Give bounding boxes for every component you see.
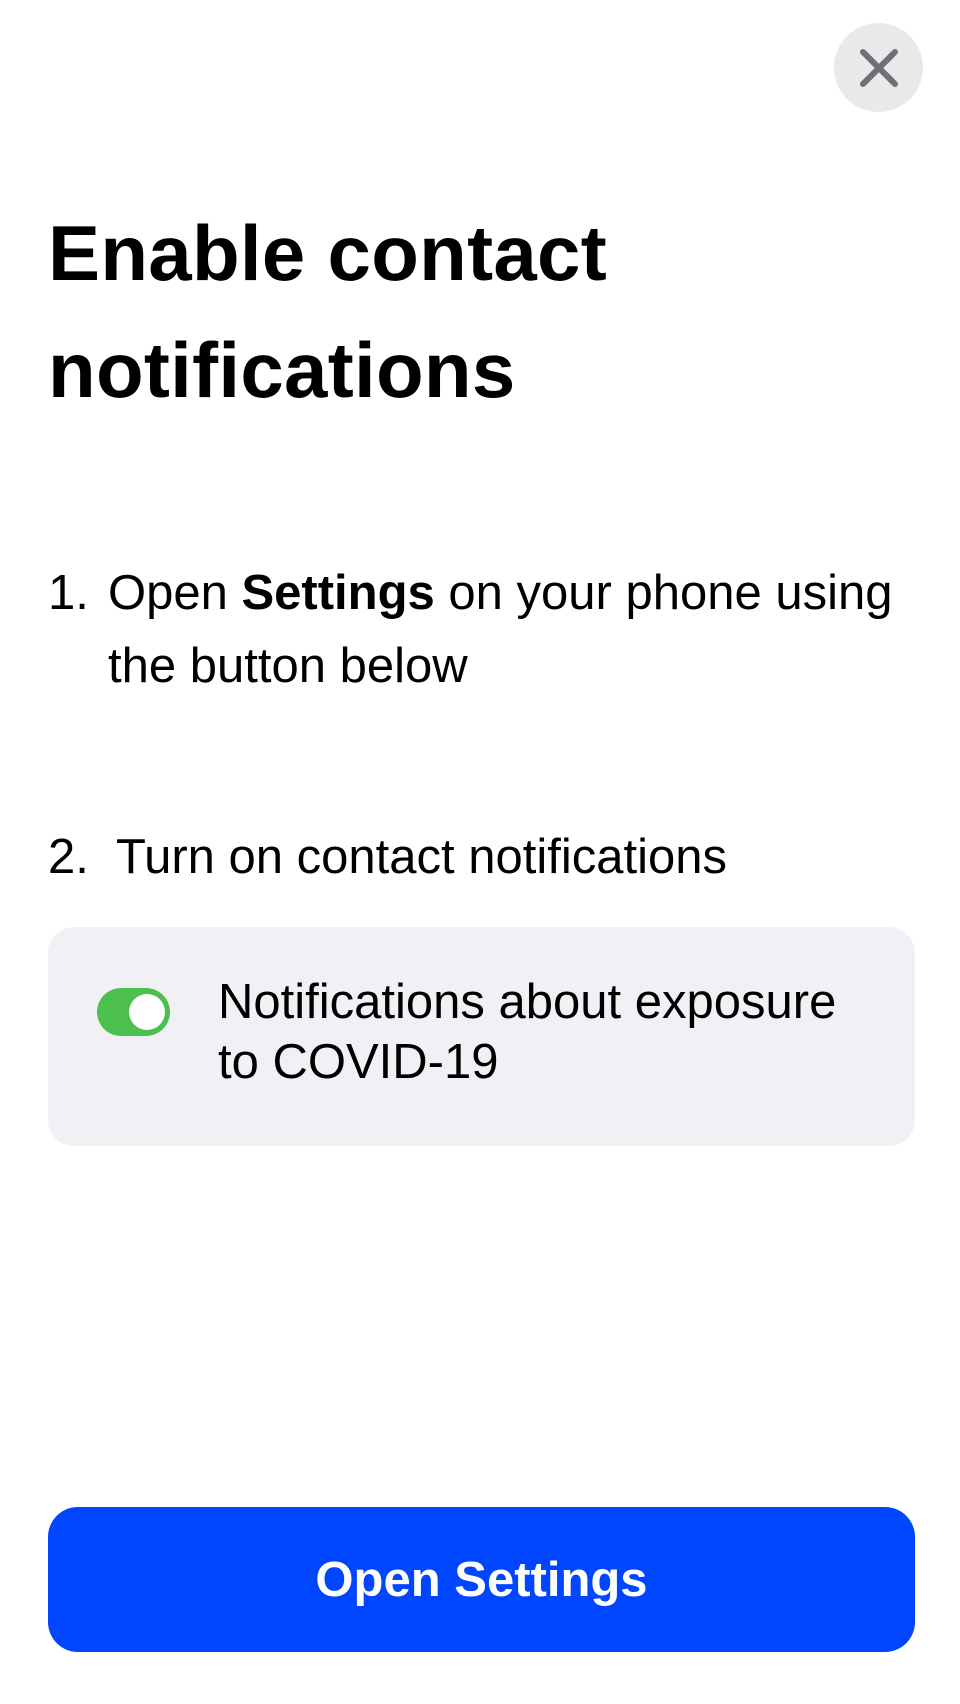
exposure-notifications-card: Notifications about exposure to COVID-19 — [48, 927, 915, 1146]
step-text: Open Settings on your phone using the bu… — [108, 557, 908, 703]
page-title: Enable contact notifications — [48, 209, 607, 414]
step-number: 2. — [48, 830, 89, 884]
step-text-emphasis: Settings — [241, 566, 435, 620]
step-turn-on-notifications: 2. Turn on contact notifications — [48, 821, 908, 894]
toggle-knob — [129, 994, 165, 1030]
exposure-notifications-toggle[interactable] — [97, 988, 170, 1036]
close-icon — [859, 48, 898, 87]
step-text-prefix: Open — [108, 566, 242, 620]
step-number: 1. — [48, 566, 89, 620]
step-open-settings: 1. Open Settings on your phone using the… — [48, 557, 908, 703]
step-text: Turn on contact notifications — [116, 830, 728, 884]
enable-notifications-screen: Enable contact notifications 1. Open Set… — [0, 0, 960, 1704]
open-settings-button[interactable]: Open Settings — [48, 1507, 915, 1652]
exposure-notifications-label: Notifications about exposure to COVID-19 — [218, 975, 837, 1089]
close-button[interactable] — [834, 23, 923, 112]
